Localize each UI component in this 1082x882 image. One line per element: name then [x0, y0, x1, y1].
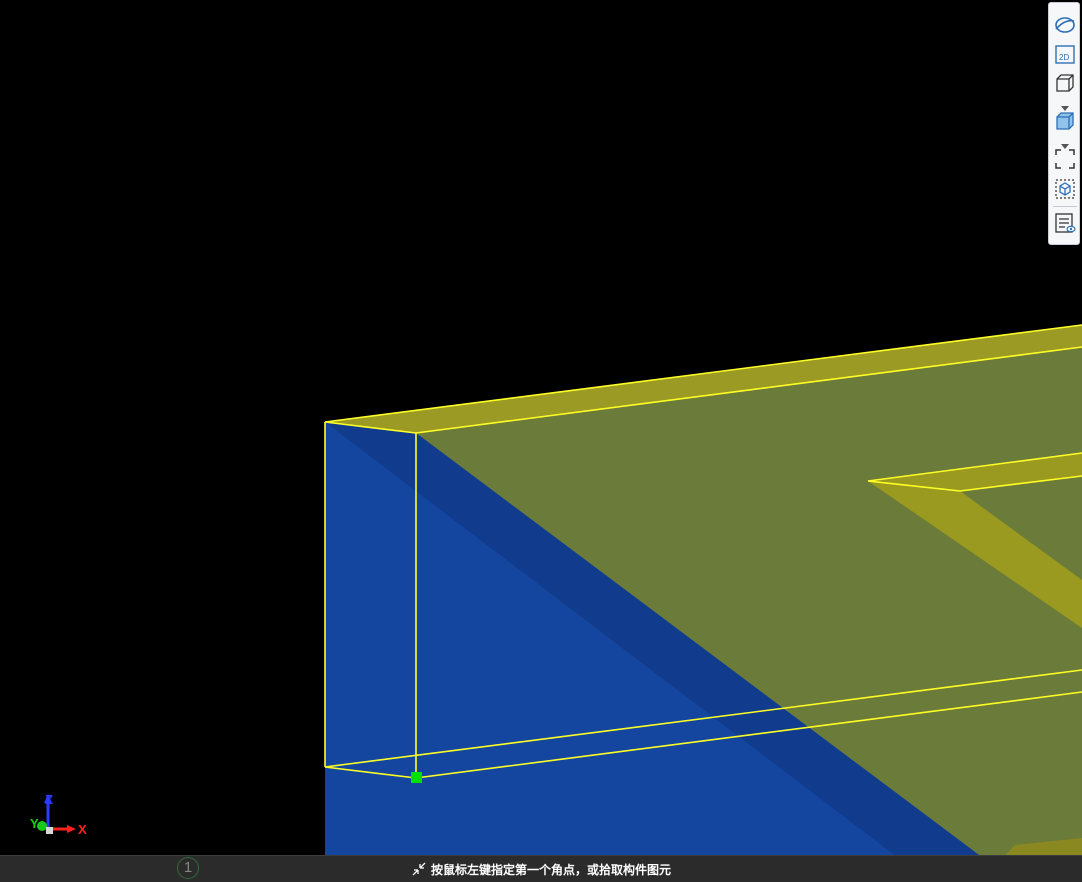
axis-y-label: Y — [30, 816, 39, 831]
axis-gizmo: Z Y X — [30, 792, 87, 837]
axis-z-label: Z — [45, 792, 53, 807]
viewport-number-badge[interactable]: 1 — [177, 857, 199, 879]
2d-view-button[interactable]: 2D — [1053, 43, 1077, 67]
toolbar-divider — [1053, 206, 1077, 207]
status-bar: 按鼠标左键指定第一个角点，或拾取构件图元 — [0, 855, 1082, 882]
display-settings-button[interactable] — [1053, 211, 1077, 235]
collapse-arrows-icon[interactable] — [411, 861, 427, 877]
full-screen-button[interactable] — [1053, 147, 1077, 171]
svg-text:2D: 2D — [1059, 53, 1069, 62]
shaded-box-icon — [1056, 112, 1074, 130]
status-message: 按鼠标左键指定第一个角点，或拾取构件图元 — [430, 862, 671, 877]
local-3d-button[interactable] — [1053, 177, 1077, 201]
dynamic-observe-button[interactable] — [1053, 13, 1077, 37]
3d-wireframe-box-icon — [1056, 74, 1074, 92]
orbit-icon — [1055, 17, 1075, 33]
fullscreen-icon — [1055, 149, 1075, 169]
command-prompt: 按鼠标左键指定第一个角点，或拾取构件图元 — [0, 856, 1082, 882]
selected-grip-point[interactable] — [411, 772, 422, 783]
3d-viewport[interactable]: Z Y X — [0, 0, 1082, 882]
display-mode-dropdown-caret[interactable] — [1061, 137, 1069, 149]
axis-x-label: X — [78, 822, 87, 837]
3d-view-dropdown-caret[interactable] — [1061, 99, 1069, 111]
3d-view-button[interactable] — [1053, 71, 1077, 95]
view-toolbar: 2D — [1048, 2, 1080, 245]
local-3d-icon — [1055, 179, 1075, 199]
2d-view-icon: 2D — [1055, 45, 1075, 64]
display-settings-icon — [1055, 213, 1076, 233]
display-mode-button[interactable] — [1053, 109, 1077, 133]
